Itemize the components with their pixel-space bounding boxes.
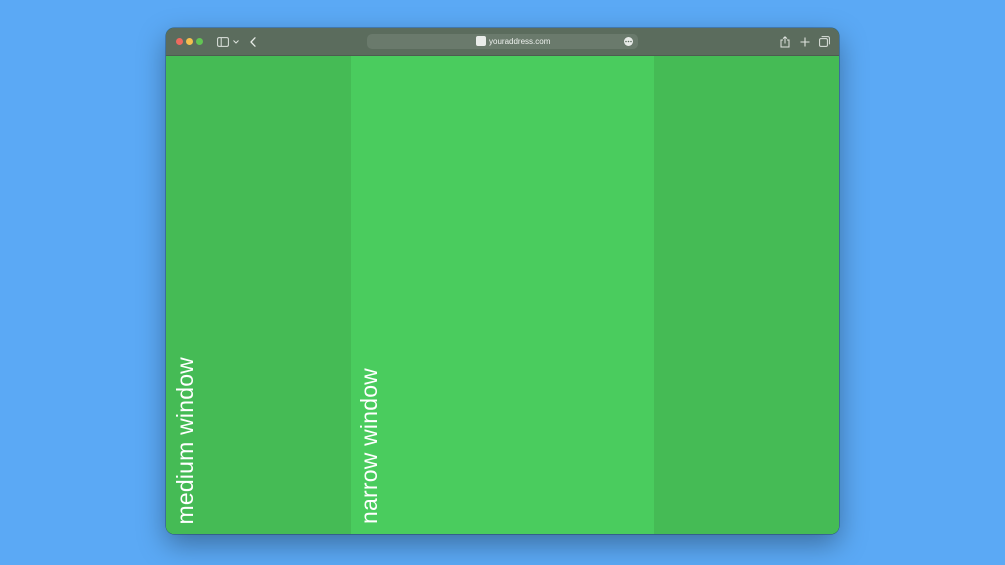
- plus-icon[interactable]: [799, 35, 811, 48]
- address-bar[interactable]: youraddress.com: [367, 34, 638, 49]
- chevron-left-icon[interactable]: [248, 35, 258, 48]
- favicon-icon: [476, 36, 486, 46]
- tabs-icon[interactable]: [818, 35, 830, 48]
- chevron-down-icon[interactable]: [232, 35, 240, 48]
- minimize-window-button[interactable]: [186, 38, 193, 45]
- ellipsis-icon[interactable]: [624, 37, 633, 46]
- middle-column: narrow window: [351, 56, 654, 534]
- page-content: medium window narrow window: [166, 56, 839, 534]
- sidebar-icon[interactable]: [217, 35, 229, 48]
- left-column: medium window: [166, 56, 351, 534]
- url-text: youraddress.com: [489, 37, 551, 46]
- browser-toolbar: youraddress.com: [166, 28, 839, 56]
- share-icon[interactable]: [779, 35, 791, 48]
- maximize-window-button[interactable]: [196, 38, 203, 45]
- browser-window: youraddress.com medium window narrow win…: [166, 28, 839, 534]
- right-column: [654, 56, 839, 534]
- narrow-window-label: narrow window: [356, 368, 382, 524]
- medium-window-label: medium window: [172, 356, 198, 525]
- close-window-button[interactable]: [176, 38, 183, 45]
